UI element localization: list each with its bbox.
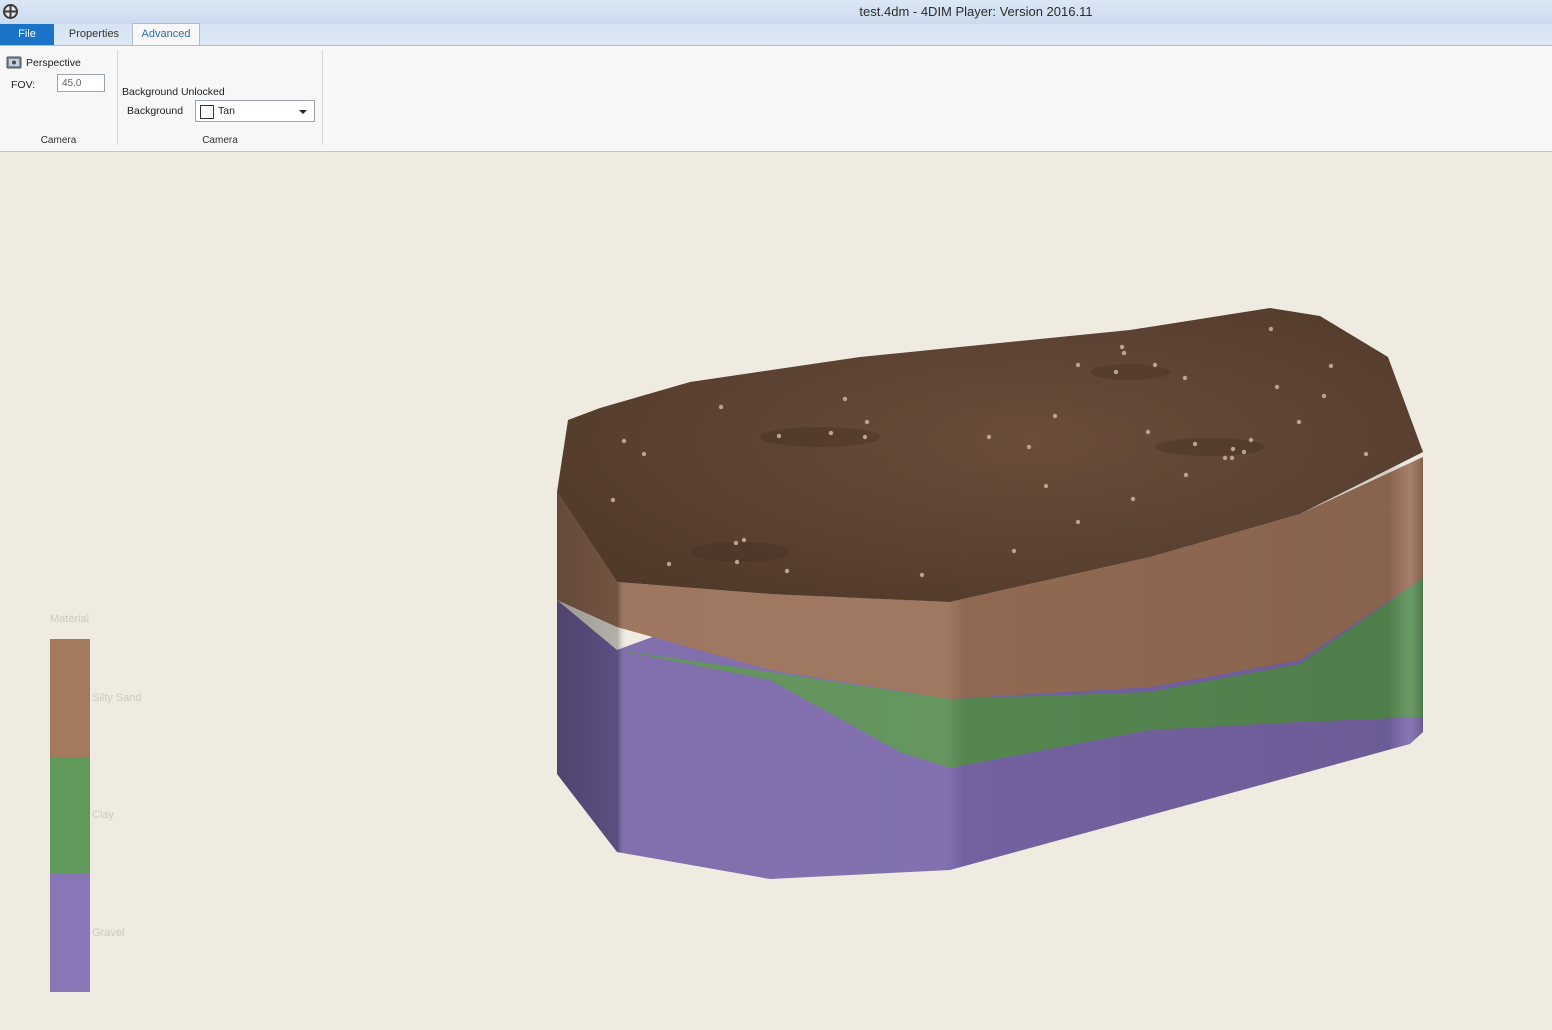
fov-input[interactable] bbox=[57, 74, 105, 92]
background-group-label: Camera bbox=[202, 135, 238, 146]
group-divider bbox=[322, 50, 323, 145]
background-color-swatch bbox=[200, 105, 214, 119]
fov-label: FOV: bbox=[11, 79, 36, 91]
perspective-toggle[interactable]: Perspective bbox=[26, 57, 81, 69]
camera-group-label: Camera bbox=[40, 135, 77, 146]
surface-depression bbox=[690, 542, 790, 562]
tab-file[interactable]: File bbox=[0, 24, 54, 45]
legend-label-gravel: Gravel bbox=[92, 927, 125, 939]
ribbon-tab-strip: File Properties Advanced bbox=[0, 23, 1552, 46]
legend-title: Material bbox=[50, 613, 90, 625]
legend-swatch-gravel bbox=[50, 874, 90, 992]
tab-properties[interactable]: Properties bbox=[58, 24, 130, 45]
background-unlocked-label: Background Unlocked bbox=[122, 86, 225, 98]
surface-depression bbox=[1090, 364, 1170, 380]
legend-label-clay: Clay bbox=[92, 809, 115, 821]
ribbon-panel: Perspective FOV: Camera Background Unloc… bbox=[0, 46, 1552, 152]
background-select[interactable]: Tan bbox=[195, 100, 315, 122]
background-select-value: Tan bbox=[218, 105, 235, 117]
tab-advanced[interactable]: Advanced bbox=[132, 23, 200, 45]
chevron-down-icon bbox=[299, 110, 307, 114]
title-bar: test.4dm - 4DIM Player: Version 2016.11 bbox=[0, 0, 1552, 24]
camera-icon bbox=[6, 56, 22, 69]
legend-swatch-silty-sand bbox=[50, 639, 90, 757]
surface-depression bbox=[1155, 438, 1265, 456]
camera-group: Perspective FOV: Camera bbox=[0, 46, 117, 149]
background-label: Background bbox=[127, 105, 184, 117]
geologic-model[interactable] bbox=[0, 152, 1552, 1025]
background-group: Background Unlocked Background Camera bbox=[118, 46, 322, 149]
legend-swatch-clay bbox=[50, 757, 90, 874]
legend-label-silty-sand: Silty Sand bbox=[92, 692, 142, 704]
3d-viewport[interactable]: Material Silty Sand Clay Gravel bbox=[0, 152, 1552, 1025]
window-title: test.4dm - 4DIM Player: Version 2016.11 bbox=[859, 4, 1093, 19]
